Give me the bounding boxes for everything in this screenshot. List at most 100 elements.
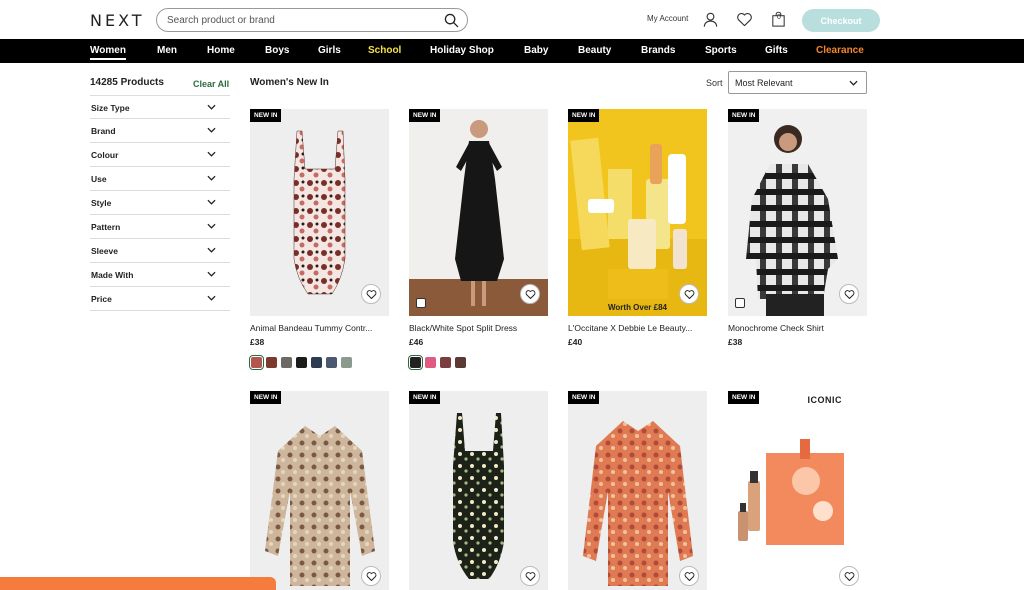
nav-item-men[interactable]: Men (157, 45, 177, 56)
heart-icon (366, 571, 376, 581)
filter-colour[interactable]: Colour (90, 143, 230, 167)
nav-item-sports[interactable]: Sports (705, 45, 737, 56)
chevron-down-icon (207, 223, 216, 229)
add-to-favourites-button[interactable] (679, 566, 699, 586)
chevron-down-icon (207, 151, 216, 157)
page-title: Women's New In (250, 77, 329, 88)
colour-swatch[interactable] (249, 355, 264, 370)
nav-item-brands[interactable]: Brands (641, 45, 675, 56)
colour-swatch[interactable] (341, 357, 352, 368)
colour-swatch[interactable] (296, 357, 307, 368)
product-image-link[interactable]: NEW IN (250, 109, 389, 316)
favourites-heart-icon[interactable] (736, 11, 753, 28)
promo-label: Worth Over £84 (608, 303, 667, 312)
filter-sleeve[interactable]: Sleeve (90, 239, 230, 263)
filter-brand[interactable]: Brand (90, 119, 230, 143)
filter-price[interactable]: Price (90, 287, 230, 311)
nav-item-girls[interactable]: Girls (318, 45, 341, 56)
multi-view-icon[interactable] (416, 298, 426, 308)
colour-swatch[interactable] (440, 357, 451, 368)
filter-label: Colour (91, 150, 119, 160)
colour-swatch[interactable] (408, 355, 423, 370)
add-to-favourites-button[interactable] (679, 284, 699, 304)
nav-item-clearance[interactable]: Clearance (816, 45, 864, 56)
filter-made-with[interactable]: Made With (90, 263, 230, 287)
colour-swatch[interactable] (455, 357, 466, 368)
product-image-link[interactable]: NEW IN (568, 391, 707, 590)
bottom-banner[interactable] (0, 577, 276, 590)
product-price: £40 (568, 337, 583, 347)
heart-icon (844, 289, 854, 299)
product-image-link[interactable]: NEW IN (728, 109, 867, 316)
heart-icon (525, 289, 535, 299)
filter-pattern[interactable]: Pattern (90, 215, 230, 239)
add-to-favourites-button[interactable] (839, 284, 859, 304)
chevron-down-icon (207, 295, 216, 301)
new-in-badge: NEW IN (568, 109, 600, 122)
product-image-link[interactable]: NEW IN ICONIC (728, 391, 867, 590)
next-logo[interactable]: NEXT (90, 11, 145, 30)
search-bar[interactable] (156, 8, 468, 32)
filter-style[interactable]: Style (90, 191, 230, 215)
checkout-button[interactable]: Checkout (802, 9, 880, 32)
product-name[interactable]: Black/White Spot Split Dress (409, 323, 517, 333)
filter-use[interactable]: Use (90, 167, 230, 191)
main-nav: Women Men Home Boys Girls School Holiday… (0, 39, 1024, 63)
search-icon[interactable] (444, 13, 459, 28)
sort-select[interactable]: Most Relevant (728, 71, 867, 94)
my-account-link[interactable]: My Account (647, 14, 688, 23)
nav-item-school[interactable]: School (368, 45, 401, 56)
filter-label: Brand (91, 126, 116, 136)
nav-item-beauty[interactable]: Beauty (578, 45, 611, 56)
add-to-favourites-button[interactable] (520, 284, 540, 304)
chevron-down-icon (207, 127, 216, 133)
new-in-badge: NEW IN (409, 391, 441, 404)
filter-label: Price (91, 294, 112, 304)
chevron-down-icon (849, 80, 858, 86)
heart-icon (684, 571, 694, 581)
sort-label: Sort (706, 78, 723, 88)
multi-view-icon[interactable] (735, 298, 745, 308)
colour-swatch[interactable] (266, 357, 277, 368)
clear-all-link[interactable]: Clear All (193, 79, 229, 89)
add-to-favourites-button[interactable] (520, 566, 540, 586)
filter-label: Made With (91, 270, 134, 280)
search-input[interactable] (167, 12, 437, 28)
colour-swatch[interactable] (281, 357, 292, 368)
new-in-badge: NEW IN (568, 391, 600, 404)
nav-item-baby[interactable]: Baby (524, 45, 548, 56)
nav-item-boys[interactable]: Boys (265, 45, 289, 56)
heart-icon (366, 289, 376, 299)
nav-item-holiday-shop[interactable]: Holiday Shop (430, 45, 494, 56)
product-price: £38 (250, 337, 265, 347)
colour-swatch[interactable] (326, 357, 337, 368)
add-to-favourites-button[interactable] (361, 566, 381, 586)
product-name[interactable]: Animal Bandeau Tummy Contr... (250, 323, 372, 333)
product-image (728, 391, 867, 590)
user-icon[interactable] (702, 11, 719, 28)
filter-label: Pattern (91, 222, 121, 232)
product-name[interactable]: Monochrome Check Shirt (728, 323, 824, 333)
chevron-down-icon (207, 175, 216, 181)
filter-label: Style (91, 198, 112, 208)
product-price: £46 (409, 337, 424, 347)
product-name[interactable]: L'Occitane X Debbie Le Beauty... (568, 323, 692, 333)
product-image-link[interactable]: NEW IN Worth Over £84 (568, 109, 707, 316)
add-to-favourites-button[interactable] (361, 284, 381, 304)
nav-item-gifts[interactable]: Gifts (765, 45, 788, 56)
nav-item-home[interactable]: Home (207, 45, 235, 56)
colour-swatch[interactable] (425, 357, 436, 368)
new-in-badge: NEW IN (250, 109, 282, 122)
heart-icon (844, 571, 854, 581)
sort-selected-value: Most Relevant (735, 78, 793, 88)
product-image (265, 426, 375, 586)
product-image-link[interactable]: NEW IN (250, 391, 389, 590)
product-image-link[interactable]: NEW IN (409, 391, 548, 590)
nav-item-women[interactable]: Women (90, 45, 126, 60)
filter-size-type[interactable]: Size Type (90, 95, 230, 119)
product-image-link[interactable]: NEW IN (409, 109, 548, 316)
add-to-favourites-button[interactable] (839, 566, 859, 586)
colour-swatch[interactable] (311, 357, 322, 368)
chevron-down-icon (207, 247, 216, 253)
filter-label: Size Type (91, 103, 130, 113)
